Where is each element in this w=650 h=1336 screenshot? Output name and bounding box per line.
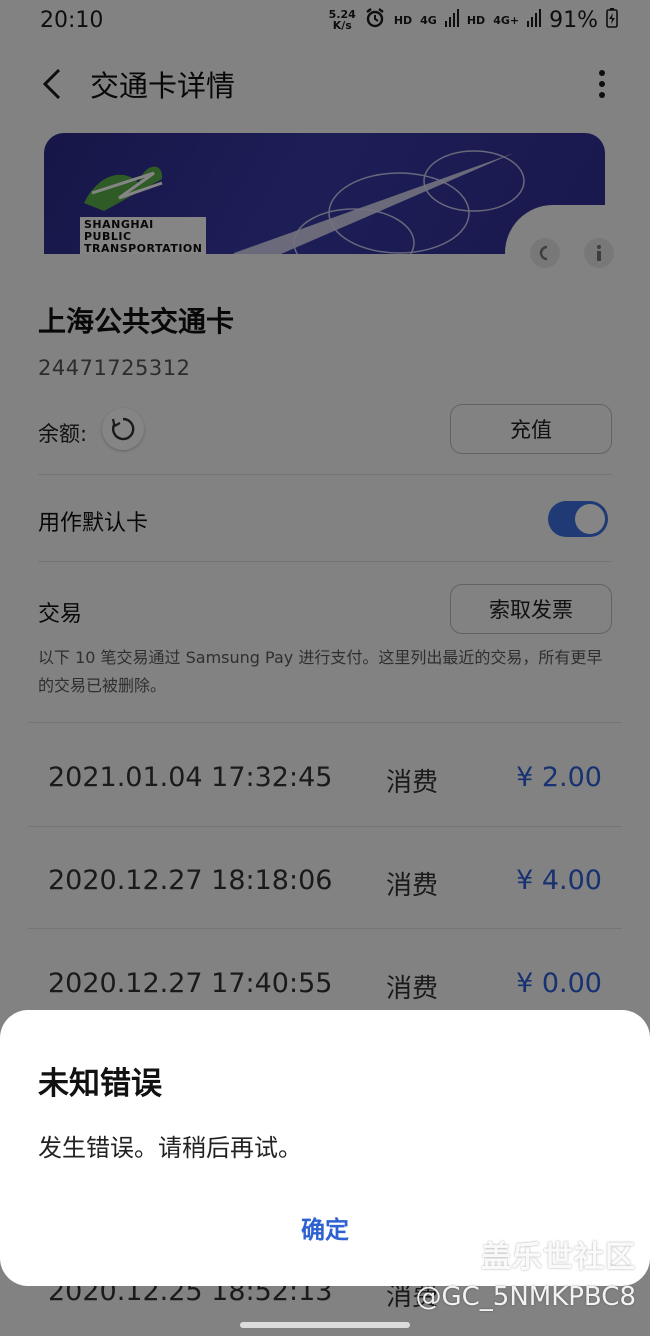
- watermark-site: 盖乐世社区: [481, 1240, 636, 1275]
- watermark-user: @GC_5NMKPBC8: [415, 1282, 636, 1312]
- dialog-message: 发生错误。请稍后再试。: [38, 1134, 302, 1162]
- confirm-button[interactable]: 确定: [245, 1202, 405, 1252]
- dialog-title: 未知错误: [38, 1066, 162, 1102]
- home-indicator[interactable]: [240, 1322, 410, 1328]
- screen: 20:10 5.24 K/s HD 4G HD 4G+ 91% 交通卡详情 SH…: [0, 0, 650, 1336]
